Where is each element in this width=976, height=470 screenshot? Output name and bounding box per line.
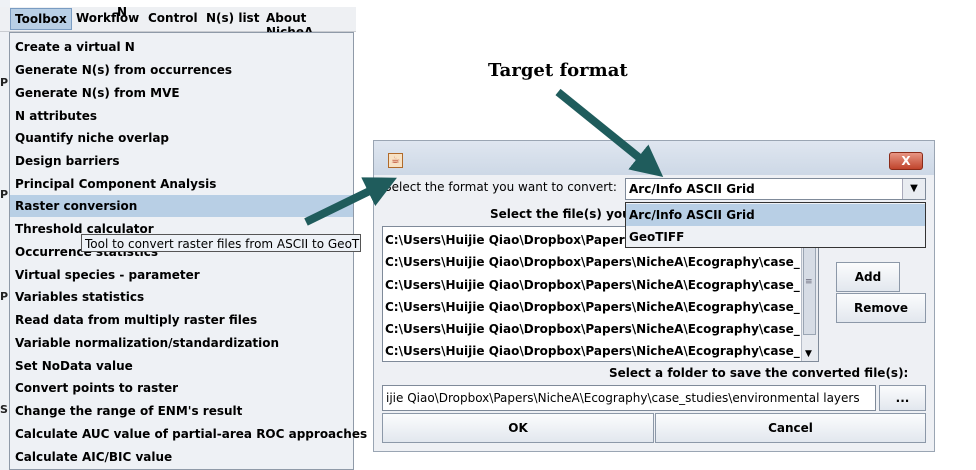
arrow-to-dialog [304, 177, 397, 226]
format-option-ascii-grid[interactable]: Arc/Info ASCII Grid [626, 204, 925, 226]
format-options-popup: Arc/Info ASCII Grid GeoTIFF [625, 202, 926, 248]
arrow-to-format-select [555, 88, 664, 178]
format-option-geotiff[interactable]: GeoTIFF [626, 226, 925, 248]
